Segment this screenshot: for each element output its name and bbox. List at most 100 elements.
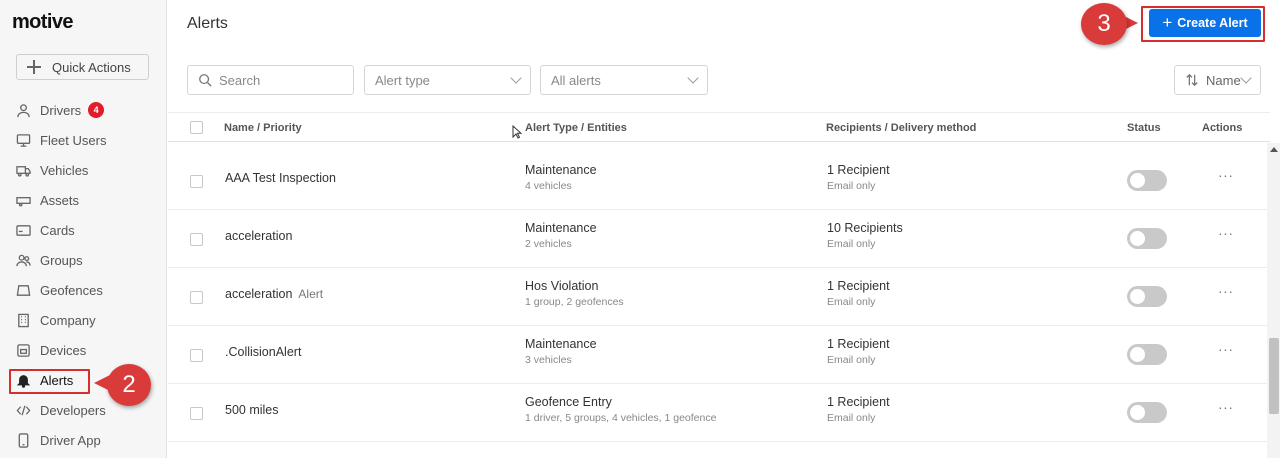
alert-type-cell: Geofence Entry 1 driver, 5 groups, 4 vehi… [525, 395, 717, 424]
header-name[interactable]: Name / Priority [224, 122, 302, 134]
header-status[interactable]: Status [1127, 122, 1161, 134]
alert-name[interactable]: acceleration [225, 229, 292, 243]
sidebar-item-label: Devices [40, 342, 87, 358]
more-actions-icon[interactable]: ··· [1218, 399, 1234, 415]
recipients-cell: 1 Recipient Email only [827, 279, 890, 308]
motive-logo[interactable]: motive [12, 11, 73, 34]
row-checkbox[interactable] [190, 349, 203, 362]
person-icon [17, 103, 30, 117]
table-row[interactable]: AAA Test Inspection Maintenance 4 vehicle… [168, 152, 1270, 210]
quick-actions-button[interactable]: Quick Actions [16, 54, 149, 80]
phone-icon [18, 432, 29, 448]
table-row[interactable]: .CollisionAlert Maintenance 3 vehicles 1 … [168, 326, 1270, 384]
header-actions: Actions [1202, 122, 1243, 134]
row-checkbox[interactable] [190, 175, 203, 188]
building-icon [18, 313, 29, 327]
trailer-icon [16, 196, 31, 207]
sidebar-item-label: Groups [40, 252, 83, 268]
sidebar-item-label: Developers [40, 402, 106, 418]
more-actions-icon[interactable]: ··· [1218, 341, 1234, 357]
table-row[interactable]: acceleration Maintenance 2 vehicles 10 Re… [168, 210, 1270, 268]
sidebar-item-cards[interactable]: Cards [16, 219, 75, 241]
chevron-down-icon [687, 72, 699, 84]
recipients-cell: 1 Recipient Email only [827, 337, 890, 366]
sidebar-item-developers[interactable]: Developers [16, 399, 106, 421]
alert-type-cell: Hos Violation 1 group, 2 geofences [525, 279, 624, 308]
monitor-icon [16, 133, 31, 147]
alert-type-label: Alert type [375, 72, 430, 88]
sidebar-item-label: Geofences [40, 282, 103, 298]
create-alert-highlight-box [1141, 6, 1265, 42]
scrollbar-thumb[interactable] [1269, 338, 1279, 414]
step-3-number: 3 [1097, 10, 1111, 37]
table-header: Name / Priority Alert Type / Entities Re… [168, 112, 1270, 142]
sidebar-item-fleet-users[interactable]: Fleet Users [16, 129, 106, 151]
select-all-checkbox[interactable] [190, 121, 203, 134]
code-icon [16, 405, 31, 415]
plus-icon [27, 60, 41, 74]
sort-icon [1186, 73, 1198, 87]
sidebar-item-drivers[interactable]: Drivers 4 [16, 99, 105, 121]
quick-actions-label: Quick Actions [52, 59, 131, 75]
row-checkbox[interactable] [190, 407, 203, 420]
main-content: Alerts + Create Alert Search Alert type … [168, 0, 1280, 458]
alert-type-cell: Maintenance 3 vehicles [525, 337, 597, 366]
step-2-pointer [94, 375, 110, 391]
sidebar-item-driver-app[interactable]: Driver App [16, 429, 101, 451]
sort-label: Name [1206, 72, 1241, 88]
recipients-cell: 1 Recipient Email only [827, 395, 890, 424]
row-checkbox[interactable] [190, 291, 203, 304]
sidebar-item-label: Driver App [40, 432, 101, 448]
drivers-count-badge: 4 [88, 102, 105, 118]
step-2-callout: 2 [107, 364, 151, 406]
header-type[interactable]: Alert Type / Entities [525, 122, 627, 134]
search-placeholder: Search [219, 72, 261, 88]
more-actions-icon[interactable]: ··· [1218, 283, 1234, 299]
sidebar-item-label: Company [40, 312, 96, 328]
alert-name-tag: Alert [298, 287, 324, 301]
status-toggle[interactable] [1127, 228, 1167, 249]
header-recipients[interactable]: Recipients / Delivery method [826, 122, 976, 134]
sidebar-item-geofences[interactable]: Geofences [16, 279, 103, 301]
sort-dropdown[interactable]: Name [1174, 65, 1261, 95]
alert-type-dropdown[interactable]: Alert type [364, 65, 531, 95]
status-toggle[interactable] [1127, 170, 1167, 191]
search-input[interactable]: Search [187, 65, 354, 95]
alert-name[interactable]: .CollisionAlert [225, 345, 301, 359]
chevron-down-icon [1240, 72, 1252, 84]
sidebar-item-company[interactable]: Company [16, 309, 96, 331]
alert-type-cell: Maintenance 2 vehicles [525, 221, 597, 250]
all-alerts-label: All alerts [551, 72, 601, 88]
more-actions-icon[interactable]: ··· [1218, 167, 1234, 183]
sidebar-item-devices[interactable]: Devices [16, 339, 86, 361]
alert-type-cell: Maintenance 4 vehicles [525, 163, 597, 192]
truck-icon [16, 165, 31, 177]
step-3-callout: 3 [1081, 3, 1127, 45]
status-toggle[interactable] [1127, 286, 1167, 307]
status-toggle[interactable] [1127, 344, 1167, 365]
sidebar-item-label: Fleet Users [40, 132, 107, 148]
more-actions-icon[interactable]: ··· [1218, 225, 1234, 241]
chevron-down-icon [510, 72, 522, 84]
recipients-cell: 10 Recipients Email only [827, 221, 903, 250]
sidebar-item-label: Drivers [40, 102, 82, 118]
sidebar-item-assets[interactable]: Assets [16, 189, 79, 211]
alert-name[interactable]: acceleration Alert [225, 287, 323, 301]
sidebar-item-groups[interactable]: Groups [16, 249, 83, 271]
status-toggle[interactable] [1127, 402, 1167, 423]
table-row[interactable]: acceleration Alert Hos Violation 1 group, … [168, 268, 1270, 326]
scroll-up-arrow-icon[interactable] [1270, 147, 1278, 152]
all-alerts-dropdown[interactable]: All alerts [540, 65, 708, 95]
step-2-number: 2 [122, 371, 136, 398]
recipients-cell: 1 Recipient Email only [827, 163, 890, 192]
card-icon [16, 224, 31, 236]
alert-name[interactable]: 500 miles [225, 403, 279, 417]
sidebar-item-label: Assets [40, 192, 80, 208]
group-icon [16, 254, 31, 266]
alert-name[interactable]: AAA Test Inspection [225, 171, 336, 185]
geofence-icon [16, 284, 31, 296]
table-row[interactable]: 500 miles Geofence Entry 1 driver, 5 grou… [168, 384, 1270, 442]
row-checkbox[interactable] [190, 233, 203, 246]
sidebar-item-label: Cards [40, 222, 75, 238]
sidebar-item-vehicles[interactable]: Vehicles [16, 159, 88, 181]
